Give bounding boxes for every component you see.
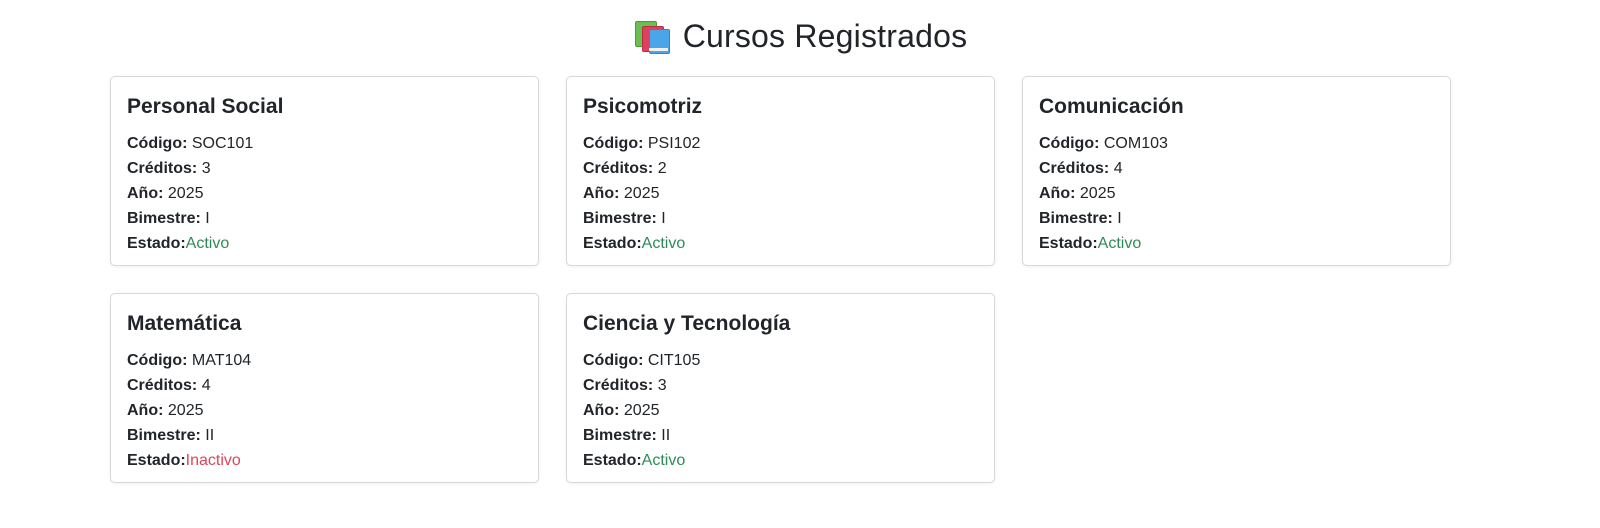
course-code-value: CIT105 <box>647 352 701 369</box>
course-year-value: 2025 <box>1079 185 1116 202</box>
course-title: Personal Social <box>127 95 284 118</box>
course-year-label: Año: <box>1039 185 1076 202</box>
course-code-row: Código: PSI102 <box>583 131 978 156</box>
course-bimester-value: I <box>1117 210 1122 227</box>
course-credits-value: 3 <box>657 377 667 394</box>
course-credits-value: 4 <box>1113 160 1123 177</box>
course-code-label: Código: <box>583 352 644 369</box>
course-year-label: Año: <box>583 185 620 202</box>
course-bimester-row: Bimestre: II <box>583 423 978 448</box>
course-year-label: Año: <box>127 185 164 202</box>
course-year-value: 2025 <box>623 402 660 419</box>
course-credits-row: Créditos: 4 <box>127 373 522 398</box>
course-credits-label: Créditos: <box>1039 160 1110 177</box>
course-status-row: Estado:Activo <box>583 231 978 256</box>
course-status-row: Estado:Activo <box>1039 231 1434 256</box>
course-status-row: Estado:Activo <box>127 231 522 256</box>
course-year-value: 2025 <box>167 185 204 202</box>
course-bimester-row: Bimestre: I <box>127 206 522 231</box>
course-card: Comunicación Código: COM103 Créditos: 4 … <box>1022 76 1451 266</box>
course-title: Ciencia y Tecnología <box>583 312 791 335</box>
course-code-label: Código: <box>127 135 188 152</box>
course-code-label: Código: <box>1039 135 1100 152</box>
course-year-row: Año: 2025 <box>583 398 978 423</box>
status-badge: Activo <box>641 452 686 469</box>
page-title: Cursos Registrados <box>682 17 968 54</box>
course-bimester-row: Bimestre: I <box>1039 206 1434 231</box>
course-status-label: Estado: <box>127 235 186 252</box>
course-card: Ciencia y Tecnología Código: CIT105 Créd… <box>566 293 995 483</box>
status-badge: Activo <box>185 235 230 252</box>
course-bimester-label: Bimestre: <box>127 427 201 444</box>
course-code-label: Código: <box>583 135 644 152</box>
course-status-row: Estado:Inactivo <box>127 448 522 473</box>
course-bimester-value: I <box>661 210 666 227</box>
course-year-value: 2025 <box>623 185 660 202</box>
course-credits-label: Créditos: <box>583 160 654 177</box>
course-card: Matemática Código: MAT104 Créditos: 4 Añ… <box>110 293 539 483</box>
course-code-row: Código: COM103 <box>1039 131 1434 156</box>
course-year-row: Año: 2025 <box>127 181 522 206</box>
course-credits-row: Créditos: 4 <box>1039 156 1434 181</box>
course-bimester-row: Bimestre: II <box>127 423 522 448</box>
course-bimester-value: II <box>661 427 671 444</box>
course-credits-value: 3 <box>201 160 211 177</box>
course-code-row: Código: SOC101 <box>127 131 522 156</box>
course-status-label: Estado: <box>583 235 642 252</box>
course-bimester-label: Bimestre: <box>583 427 657 444</box>
course-title: Psicomotriz <box>583 95 703 118</box>
course-year-label: Año: <box>583 402 620 419</box>
course-credits-value: 4 <box>201 377 211 394</box>
course-code-label: Código: <box>127 352 188 369</box>
books-icon <box>633 19 671 54</box>
course-bimester-label: Bimestre: <box>127 210 201 227</box>
course-year-label: Año: <box>127 402 164 419</box>
course-status-label: Estado: <box>127 452 186 469</box>
page-header: Cursos Registrados <box>0 14 1600 58</box>
course-credits-label: Créditos: <box>127 160 198 177</box>
course-card: Personal Social Código: SOC101 Créditos:… <box>110 76 539 266</box>
course-bimester-row: Bimestre: I <box>583 206 978 231</box>
course-code-row: Código: CIT105 <box>583 348 978 373</box>
course-year-row: Año: 2025 <box>1039 181 1434 206</box>
course-credits-row: Créditos: 2 <box>583 156 978 181</box>
course-bimester-value: II <box>205 427 215 444</box>
course-credits-row: Créditos: 3 <box>127 156 522 181</box>
course-code-value: MAT104 <box>191 352 252 369</box>
course-bimester-label: Bimestre: <box>583 210 657 227</box>
course-bimester-label: Bimestre: <box>1039 210 1113 227</box>
course-status-row: Estado:Activo <box>583 448 978 473</box>
course-status-label: Estado: <box>1039 235 1098 252</box>
course-title: Comunicación <box>1039 95 1184 118</box>
course-title: Matemática <box>127 312 242 335</box>
status-badge: Activo <box>641 235 686 252</box>
course-year-row: Año: 2025 <box>127 398 522 423</box>
course-year-value: 2025 <box>167 402 204 419</box>
course-code-value: COM103 <box>1103 135 1168 152</box>
course-credits-row: Créditos: 3 <box>583 373 978 398</box>
status-badge: Activo <box>1097 235 1142 252</box>
course-code-row: Código: MAT104 <box>127 348 522 373</box>
course-credits-value: 2 <box>657 160 667 177</box>
course-code-value: SOC101 <box>191 135 254 152</box>
course-credits-label: Créditos: <box>127 377 198 394</box>
status-badge: Inactivo <box>185 452 241 469</box>
course-year-row: Año: 2025 <box>583 181 978 206</box>
course-credits-label: Créditos: <box>583 377 654 394</box>
course-status-label: Estado: <box>583 452 642 469</box>
course-code-value: PSI102 <box>647 135 701 152</box>
course-card: Psicomotriz Código: PSI102 Créditos: 2 A… <box>566 76 995 266</box>
course-bimester-value: I <box>205 210 210 227</box>
